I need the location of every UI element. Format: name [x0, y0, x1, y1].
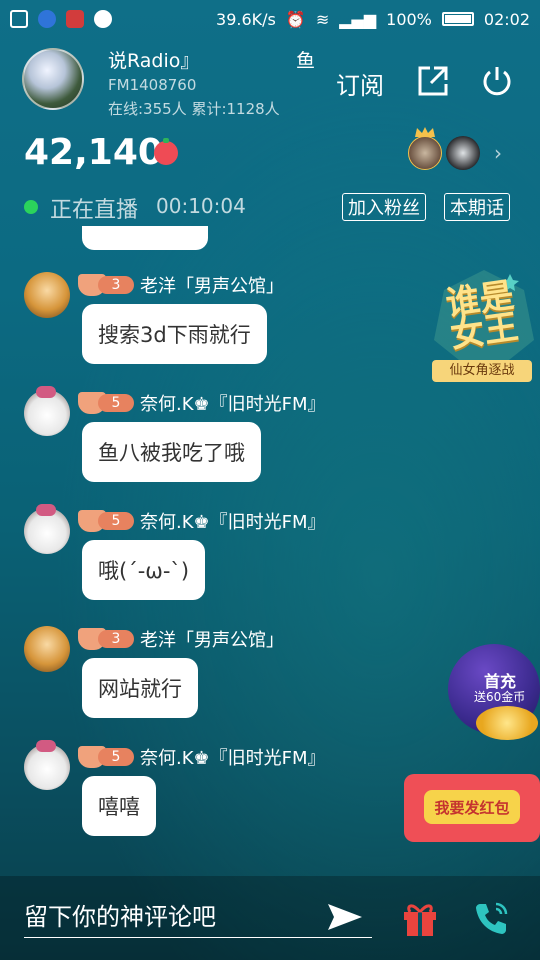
netease-app-icon	[66, 10, 84, 28]
chevron-right-icon[interactable]: ›	[494, 141, 502, 165]
first-charge-subtitle[interactable]: 送60金币	[474, 688, 525, 705]
online-count: 在线:355人 累计:1128人	[108, 100, 280, 118]
partial-message-bubble	[82, 226, 208, 250]
user-avatar[interactable]	[24, 386, 70, 436]
battery-percent: 100%	[386, 9, 432, 29]
level-badge: 5	[78, 746, 134, 768]
top-fan-avatar-2[interactable]	[446, 136, 480, 170]
level-badge: 3	[78, 274, 134, 296]
clock: 02:02	[483, 9, 530, 29]
gold-coins-icon	[476, 706, 538, 740]
user-avatar[interactable]	[24, 740, 70, 790]
fm-id: FM1408760	[108, 76, 197, 94]
share-icon[interactable]	[416, 64, 450, 98]
user-name[interactable]: 老洋「男声公馆」	[140, 626, 284, 652]
level-badge: 5	[78, 510, 134, 532]
comment-input[interactable]	[24, 896, 372, 938]
qq-app-icon	[94, 10, 112, 28]
queen-contest-subtitle[interactable]: 仙女角逐战	[432, 360, 532, 382]
wifi-icon: ≋	[315, 9, 330, 29]
this-topic-button[interactable]: 本期话	[444, 193, 510, 221]
user-avatar[interactable]	[24, 272, 70, 318]
user-avatar[interactable]	[24, 504, 70, 554]
power-icon[interactable]	[480, 64, 514, 98]
host-name-tail: 鱼	[296, 50, 316, 72]
shield-app-icon	[38, 10, 56, 28]
host-avatar[interactable]	[22, 48, 84, 110]
net-speed: 39.6K/s	[216, 9, 276, 29]
message-bubble: 搜索3d下雨就行	[82, 304, 267, 364]
level-badge: 5	[78, 392, 134, 414]
tomato-icon	[154, 138, 178, 165]
message-bubble: 嘻嘻	[82, 776, 156, 836]
live-elapsed: 00:10:04	[156, 194, 246, 218]
tomato-score: 42,140	[24, 132, 163, 173]
user-name[interactable]: 奈何.K♚『旧时光FM』	[140, 508, 326, 534]
signal-icon: ▂▄▆	[339, 9, 377, 29]
screenshot-icon	[10, 10, 28, 28]
queen-contest-title[interactable]: 谁是女王	[443, 275, 540, 356]
user-avatar[interactable]	[24, 626, 70, 672]
user-name[interactable]: 奈何.K♚『旧时光FM』	[140, 744, 326, 770]
live-status: 正在直播	[50, 198, 139, 223]
alarm-icon: ⏰	[285, 9, 306, 29]
user-name[interactable]: 老洋「男声公馆」	[140, 272, 284, 298]
gift-icon[interactable]	[400, 898, 440, 938]
status-bar: 39.6K/s ⏰ ≋ ▂▄▆ 100% 02:02	[0, 0, 540, 38]
user-name[interactable]: 奈何.K♚『旧时光FM』	[140, 390, 326, 416]
send-red-packet-button[interactable]: 我要发红包	[424, 790, 520, 824]
battery-icon	[441, 12, 474, 26]
room-header: 说Radio』 鱼 FM1408760 在线:355人 累计:1128人 订阅	[0, 40, 540, 130]
message-bubble: 网站就行	[82, 658, 198, 718]
phone-call-icon[interactable]	[472, 898, 512, 938]
message-bubble: 哦(´-ω-`)	[82, 540, 206, 600]
live-indicator-icon	[24, 200, 38, 214]
top-fan-avatar-1[interactable]	[408, 136, 442, 170]
subscribe-button[interactable]: 订阅	[336, 66, 384, 101]
host-name: 说Radio』	[108, 50, 200, 72]
send-icon[interactable]	[326, 902, 364, 932]
level-badge: 3	[78, 628, 134, 650]
message-bubble: 鱼八被我吃了哦	[82, 422, 261, 482]
join-fans-button[interactable]: 加入粉丝	[342, 193, 426, 221]
